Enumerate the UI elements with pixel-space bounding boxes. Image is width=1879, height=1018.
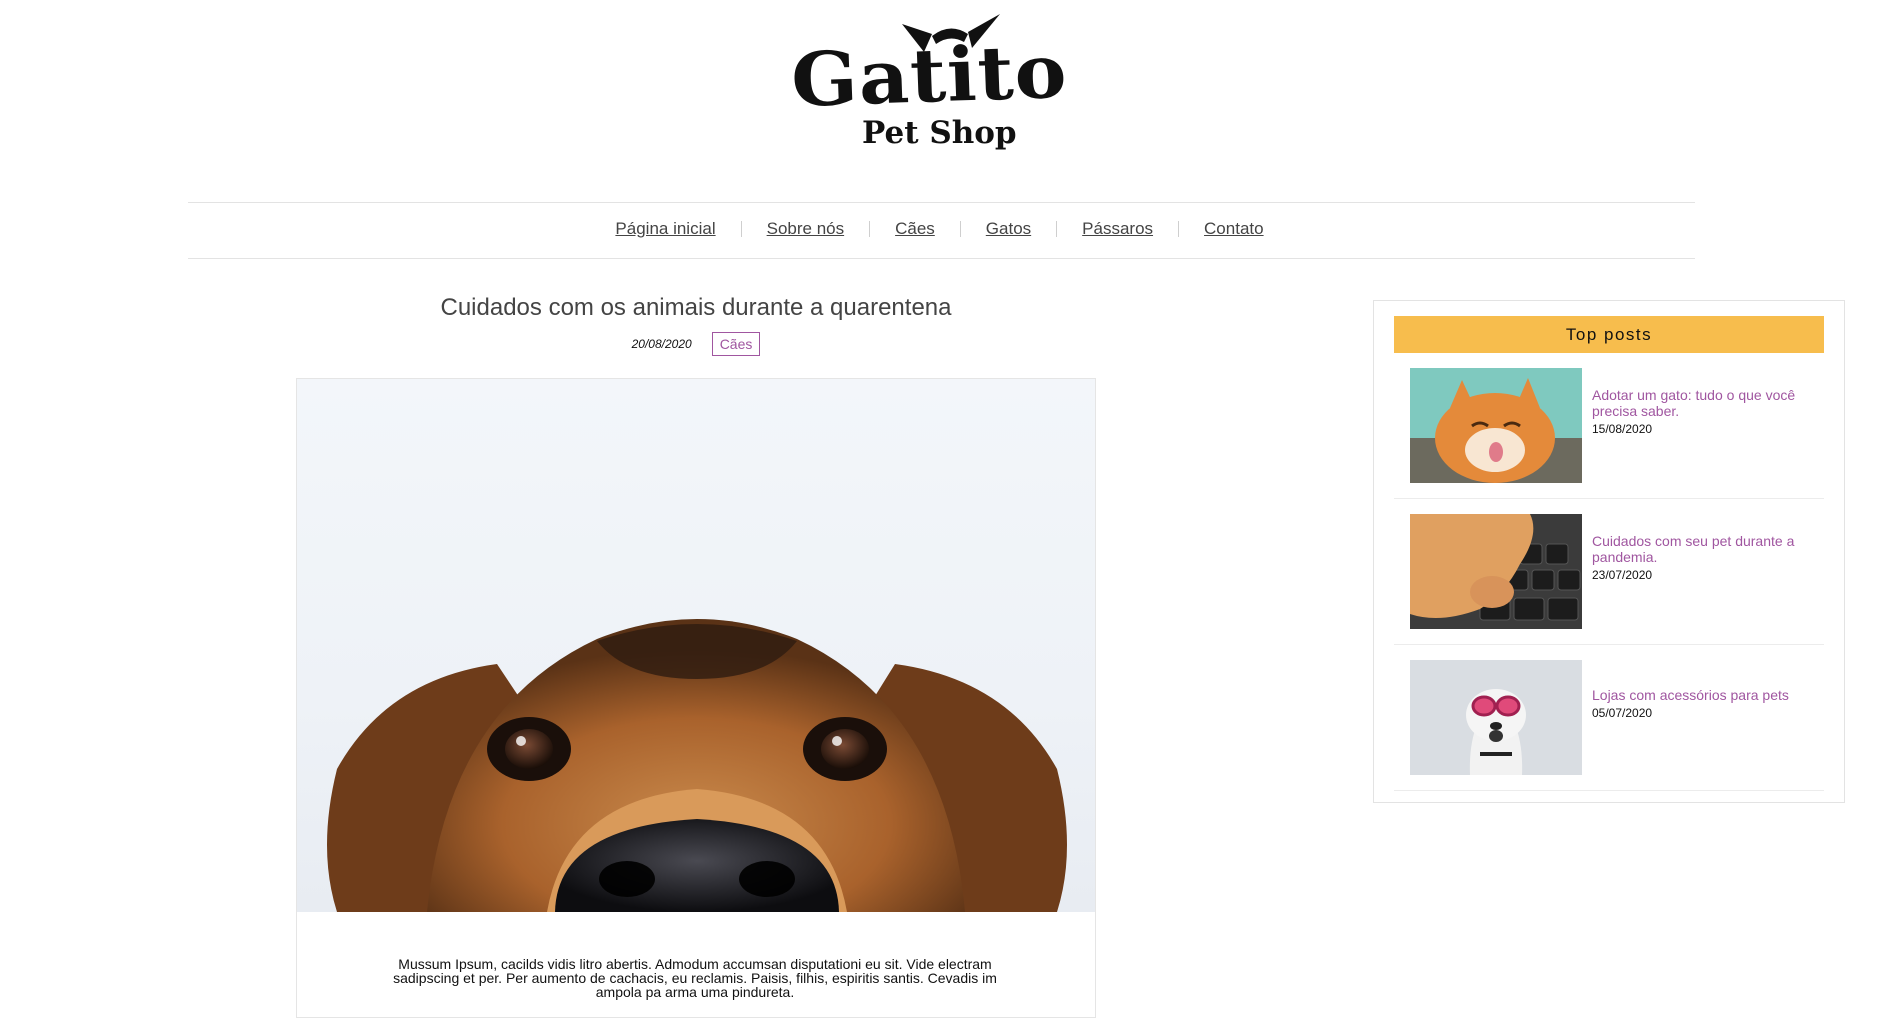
- top-post-date: 05/07/2020: [1592, 706, 1653, 720]
- nav-link-birds[interactable]: Pássaros: [1057, 219, 1178, 239]
- main-nav: Página inicial Sobre nós Cães Gatos Páss…: [0, 202, 1879, 256]
- post-meta: 20/08/2020 Cães: [296, 332, 1096, 356]
- site-logo[interactable]: Gatito Pet Shop: [789, 14, 1069, 156]
- logo-wordmark: Gatito: [789, 28, 1069, 124]
- top-post-text: Lojas com acessórios para pets 05/07/202…: [1592, 687, 1818, 720]
- dog-photo-icon: [297, 379, 1095, 912]
- top-post-item[interactable]: Cuidados com seu pet durante a pandemia.…: [1394, 499, 1824, 645]
- top-post-title[interactable]: Adotar um gato: tudo o que você precisa …: [1592, 387, 1818, 419]
- top-post-date: 23/07/2020: [1592, 568, 1653, 582]
- nav-link-home[interactable]: Página inicial: [590, 219, 740, 239]
- top-post-title[interactable]: Cuidados com seu pet durante a pandemia.: [1592, 533, 1818, 565]
- top-post-title[interactable]: Lojas com acessórios para pets: [1592, 687, 1818, 703]
- post-title: Cuidados com os animais durante a quaren…: [440, 294, 952, 321]
- nav-link-contact[interactable]: Contato: [1179, 219, 1289, 239]
- post-card: Mussum Ipsum, cacilds vidis litro aberti…: [296, 378, 1096, 1018]
- nav-link-dogs[interactable]: Cães: [870, 219, 960, 239]
- post-date: 20/08/2020: [631, 337, 692, 351]
- post-body: Mussum Ipsum, cacilds vidis litro aberti…: [393, 956, 997, 1000]
- top-post-text: Cuidados com seu pet durante a pandemia.…: [1592, 533, 1818, 582]
- top-post-date: 15/08/2020: [1592, 422, 1653, 436]
- nav-bottom-divider: [188, 258, 1695, 259]
- top-post-item[interactable]: Lojas com acessórios para pets 05/07/202…: [1394, 645, 1824, 791]
- post-category-tag[interactable]: Cães: [711, 332, 761, 356]
- dog-goggles-icon: [1410, 660, 1582, 775]
- cat-paw-keyboard-icon: [1410, 514, 1582, 629]
- logo-tagline: Pet Shop: [862, 115, 1017, 151]
- top-post-text: Adotar um gato: tudo o que você precisa …: [1592, 387, 1818, 436]
- top-posts-sidebar: Top posts Adotar um gato: tudo o que voc…: [1373, 300, 1845, 803]
- nav-link-cats[interactable]: Gatos: [961, 219, 1056, 239]
- top-posts-title: Top posts: [1394, 316, 1824, 353]
- cat-photo-icon: [1410, 368, 1582, 483]
- nav-link-about[interactable]: Sobre nós: [742, 219, 870, 239]
- top-post-item[interactable]: Adotar um gato: tudo o que você precisa …: [1394, 353, 1824, 499]
